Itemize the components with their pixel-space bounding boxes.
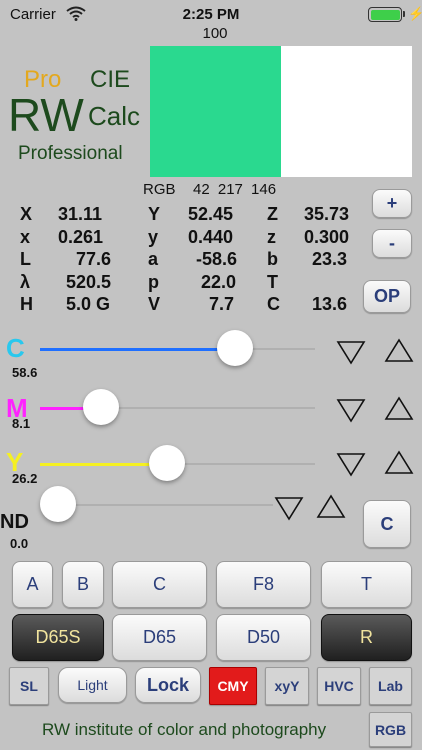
yellow-decrease-arrow-icon[interactable] xyxy=(336,450,366,478)
grid-value: 0.440 xyxy=(188,226,234,247)
nd-slider-value: 0.0 xyxy=(10,536,29,551)
footer-credit: RW institute of color and photography xyxy=(42,720,327,739)
magenta-slider-value: 8.1 xyxy=(12,416,31,431)
logo-cie: CIE xyxy=(90,66,131,93)
grid-value: 77.6 xyxy=(76,249,112,270)
a-button[interactable]: A xyxy=(12,561,53,608)
yellow-slider-fill xyxy=(40,463,167,466)
cyan-slider-fill xyxy=(40,348,236,351)
d65-button[interactable]: D65 xyxy=(112,614,207,661)
grid-label: λ xyxy=(20,271,31,292)
grid-value: 7.7 xyxy=(209,294,235,315)
luminance-top-value: 100 xyxy=(202,25,228,42)
grid-label: x xyxy=(20,226,31,247)
xyy-button[interactable]: xyY xyxy=(265,667,309,705)
grid-value: 35.73 xyxy=(304,204,350,224)
grid-row-wavelength: λ 520.5 p 22.0 T xyxy=(10,272,362,295)
grid-value: 23.3 xyxy=(312,249,348,270)
lab-button[interactable]: Lab xyxy=(369,667,412,705)
grid-value: 52.45 xyxy=(188,204,234,224)
grid-label: X xyxy=(20,204,33,224)
rgb-values: 42 217 146 xyxy=(193,181,277,198)
yellow-slider-value: 26.2 xyxy=(12,471,38,486)
cyan-slider-track[interactable] xyxy=(40,348,315,351)
rgb-label: RGB xyxy=(143,181,176,198)
cmy-button[interactable]: CMY xyxy=(209,667,257,705)
color-values-grid: X 31.11 Y 52.45 Z 35.73 x 0.261 y 0.440 … xyxy=(10,204,362,317)
grid-label: Z xyxy=(267,204,278,224)
nd-slider-track[interactable] xyxy=(58,504,273,506)
status-bar: Carrier 2:25 PM ⚡ xyxy=(0,0,422,28)
minus-button[interactable]: - xyxy=(372,229,412,258)
nd-increase-arrow-icon[interactable] xyxy=(316,492,346,520)
grid-label: p xyxy=(148,271,159,292)
nd-decrease-arrow-icon[interactable] xyxy=(274,494,304,522)
grid-row-xyz: X 31.11 Y 52.45 Z 35.73 xyxy=(10,204,362,227)
grid-value: 0.261 xyxy=(58,226,104,247)
yellow-increase-arrow-icon[interactable] xyxy=(384,448,414,476)
grid-row-munsell: H 5.0 G V 7.7 C 13.6 xyxy=(10,294,362,317)
grid-value: 520.5 xyxy=(66,271,112,292)
grid-value: 22.0 xyxy=(201,271,237,292)
clock-time: 2:25 PM xyxy=(182,6,240,23)
grid-label: H xyxy=(20,294,33,315)
cyan-decrease-arrow-icon[interactable] xyxy=(336,338,366,366)
b-button[interactable]: B xyxy=(62,561,104,608)
grid-value: 31.11 xyxy=(58,204,103,224)
grid-label: T xyxy=(267,271,278,292)
f8-button[interactable]: F8 xyxy=(216,561,311,608)
grid-label: z xyxy=(267,226,276,247)
charging-bolt-icon: ⚡ xyxy=(408,6,422,21)
magenta-increase-arrow-icon[interactable] xyxy=(384,394,414,422)
grid-label: Y xyxy=(148,204,161,224)
c-button[interactable]: C xyxy=(112,561,207,608)
grid-label: C xyxy=(267,294,280,315)
color-swatch xyxy=(150,46,281,177)
cyan-slider-value: 58.6 xyxy=(12,365,38,380)
light-button[interactable]: Light xyxy=(58,667,127,703)
nd-slider-thumb[interactable] xyxy=(40,486,76,522)
grid-value: 13.6 xyxy=(312,294,348,315)
grid-label: a xyxy=(148,249,159,270)
c-side-button[interactable]: C xyxy=(363,500,411,548)
grid-value: -58.6 xyxy=(196,249,238,270)
battery-icon xyxy=(368,7,402,22)
battery-tip xyxy=(403,11,405,17)
logo-calc: Calc xyxy=(88,101,141,131)
op-button[interactable]: OP xyxy=(363,280,411,313)
magenta-slider-thumb[interactable] xyxy=(82,389,119,425)
logo-professional: Professional xyxy=(18,143,123,164)
grid-value: 5.0 G xyxy=(66,294,111,315)
sl-button[interactable]: SL xyxy=(9,667,49,705)
rgb-button[interactable]: RGB xyxy=(369,712,412,747)
magenta-slider-track[interactable] xyxy=(40,407,315,410)
grid-label: L xyxy=(20,249,31,270)
d65s-button[interactable]: D65S xyxy=(12,614,104,661)
lock-button[interactable]: Lock xyxy=(135,667,201,703)
grid-label: y xyxy=(148,226,159,247)
grid-label: b xyxy=(267,249,278,270)
grid-row-lab: L 77.6 a -58.6 b 23.3 xyxy=(10,249,362,272)
r-button[interactable]: R xyxy=(321,614,412,661)
cyan-slider-thumb[interactable] xyxy=(217,330,254,366)
reference-white-swatch xyxy=(281,46,412,177)
t-button[interactable]: T xyxy=(321,561,412,608)
magenta-decrease-arrow-icon[interactable] xyxy=(336,396,366,424)
grid-row-chromaticity: x 0.261 y 0.440 z 0.300 xyxy=(10,227,362,250)
grid-value: 0.300 xyxy=(304,226,350,247)
d50-button[interactable]: D50 xyxy=(216,614,311,661)
logo-rw: RW xyxy=(8,89,84,141)
hvc-button[interactable]: HVC xyxy=(317,667,361,705)
grid-label: V xyxy=(148,294,161,315)
nd-slider-label: ND xyxy=(0,511,29,533)
plus-button[interactable]: + xyxy=(372,189,412,218)
cyan-slider-label: C xyxy=(6,333,25,363)
yellow-slider-thumb[interactable] xyxy=(148,445,185,481)
cyan-increase-arrow-icon[interactable] xyxy=(384,336,414,364)
